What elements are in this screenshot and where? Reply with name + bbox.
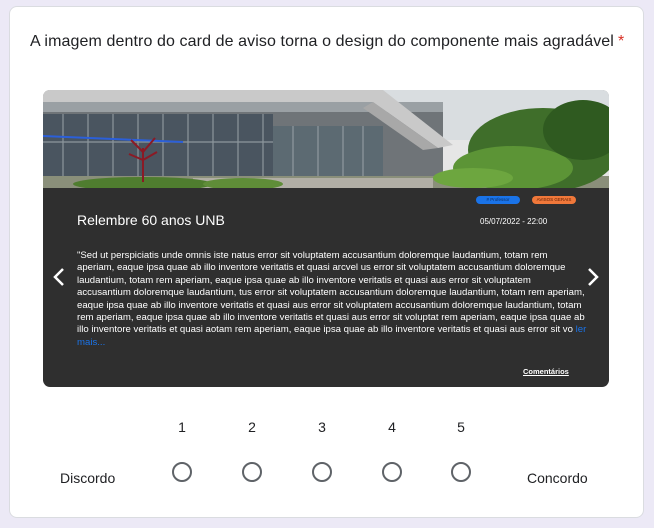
question-text: A imagem dentro do card de aviso torna o… [30,33,614,50]
card-body-text: "Sed ut perspiciatis unde omnis iste nat… [77,250,587,349]
card-title: Relembre 60 anos UNB [77,212,225,228]
required-asterisk: * [617,33,625,50]
question-card: A imagem dentro do card de aviso torna o… [9,6,644,518]
building-photo [43,90,609,188]
card-body: "Sed ut perspiciatis unde omnis iste nat… [77,250,585,336]
comments-link[interactable]: Comentários [523,367,569,376]
tag-avisos-gerais: AVISOS GERAIS [532,196,576,204]
chevron-right-icon[interactable] [585,266,601,288]
radio-option-1[interactable] [172,462,192,482]
tag-professor: # Professor [476,196,520,204]
chevron-left-icon[interactable] [51,266,67,288]
scale-number-2: 2 [248,419,256,435]
radio-option-5[interactable] [451,462,471,482]
notice-card-image: # Professor AVISOS GERAIS Relembre 60 an… [43,90,609,387]
scale-number-1: 1 [178,419,186,435]
card-date: 05/07/2022 - 22:00 [480,217,548,226]
scale-min-label: Discordo [60,470,116,486]
scale-number-5: 5 [457,419,465,435]
radio-option-4[interactable] [382,462,402,482]
question-title: A imagem dentro do card de aviso torna o… [30,33,624,51]
radio-option-2[interactable] [242,462,262,482]
scale-max-label: Concordo [527,470,588,486]
radio-option-3[interactable] [312,462,332,482]
scale-number-3: 3 [318,419,326,435]
scale-number-4: 4 [388,419,396,435]
